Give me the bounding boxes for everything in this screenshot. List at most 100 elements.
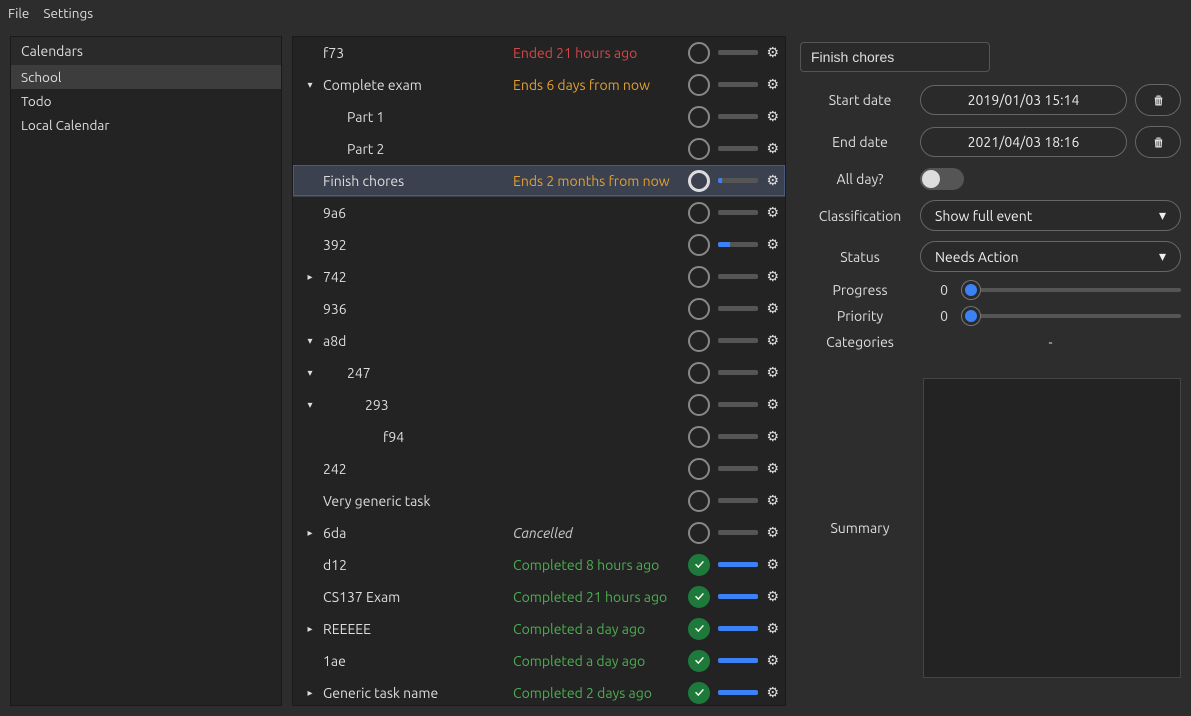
task-row[interactable]: d12Completed 8 hours ago⚙	[293, 549, 785, 581]
gear-icon[interactable]: ⚙	[766, 236, 779, 253]
task-title: f73	[323, 45, 344, 61]
task-row[interactable]: 242⚙	[293, 453, 785, 485]
status-ring-icon[interactable]	[688, 426, 710, 448]
sidebar-item[interactable]: Local Calendar	[11, 113, 281, 137]
check-circle-icon[interactable]	[688, 682, 710, 704]
task-row[interactable]: ▾a8d⚙	[293, 325, 785, 357]
task-row[interactable]: ▸6daCancelled⚙	[293, 517, 785, 549]
gear-icon[interactable]: ⚙	[766, 108, 779, 125]
task-title: f94	[383, 429, 404, 445]
twisty-placeholder	[303, 590, 317, 604]
gear-icon[interactable]: ⚙	[766, 684, 779, 701]
gear-icon[interactable]: ⚙	[766, 492, 779, 509]
twisty-expanded-icon[interactable]: ▾	[303, 334, 317, 348]
twisty-expanded-icon[interactable]: ▾	[303, 78, 317, 92]
start-date-button[interactable]: 2019/01/03 15:14	[920, 85, 1127, 115]
task-row[interactable]: 392⚙	[293, 229, 785, 261]
task-title: Part 1	[347, 109, 384, 125]
twisty-collapsed-icon[interactable]: ▸	[303, 622, 317, 636]
all-day-toggle[interactable]	[920, 168, 964, 190]
task-row[interactable]: f73Ended 21 hours ago⚙	[293, 37, 785, 69]
progress-value: 0	[920, 282, 948, 298]
gear-icon[interactable]: ⚙	[766, 76, 779, 93]
classification-dropdown[interactable]: Show full event ▾	[920, 200, 1181, 231]
task-row[interactable]: ▸742⚙	[293, 261, 785, 293]
task-row[interactable]: ▾Complete examEnds 6 days from now⚙	[293, 69, 785, 101]
status-dropdown[interactable]: Needs Action ▾	[920, 241, 1181, 272]
status-ring-icon[interactable]	[688, 138, 710, 160]
check-circle-icon[interactable]	[688, 650, 710, 672]
menu-file[interactable]: File	[8, 5, 29, 21]
gear-icon[interactable]: ⚙	[766, 300, 779, 317]
task-status: Ends 6 days from now	[513, 77, 650, 93]
gear-icon[interactable]: ⚙	[766, 652, 779, 669]
gear-icon[interactable]: ⚙	[766, 620, 779, 637]
priority-value: 0	[920, 308, 948, 324]
twisty-collapsed-icon[interactable]: ▸	[303, 686, 317, 700]
label-start-date: Start date	[800, 92, 920, 108]
twisty-expanded-icon[interactable]: ▾	[303, 366, 317, 380]
progress-slider[interactable]	[966, 288, 1181, 292]
summary-textarea[interactable]	[923, 378, 1181, 678]
task-row[interactable]: ▸REEEEECompleted a day ago⚙	[293, 613, 785, 645]
status-ring-icon[interactable]	[688, 42, 710, 64]
categories-value[interactable]: -	[920, 334, 1181, 350]
gear-icon[interactable]: ⚙	[766, 364, 779, 381]
delete-start-date-button[interactable]	[1135, 84, 1181, 116]
gear-icon[interactable]: ⚙	[766, 588, 779, 605]
status-ring-icon[interactable]	[688, 202, 710, 224]
status-ring-icon[interactable]	[688, 74, 710, 96]
task-title-input[interactable]	[800, 42, 990, 72]
twisty-collapsed-icon[interactable]: ▸	[303, 526, 317, 540]
status-ring-icon[interactable]	[688, 394, 710, 416]
task-progress-bar	[718, 626, 758, 631]
twisty-expanded-icon[interactable]: ▾	[303, 398, 317, 412]
task-row[interactable]: ▾293⚙	[293, 389, 785, 421]
gear-icon[interactable]: ⚙	[766, 140, 779, 157]
task-row[interactable]: Very generic task⚙	[293, 485, 785, 517]
status-ring-icon[interactable]	[688, 362, 710, 384]
end-date-button[interactable]: 2021/04/03 18:16	[920, 127, 1127, 157]
task-progress-bar	[718, 402, 758, 407]
task-row[interactable]: Part 1 ⚙	[293, 101, 785, 133]
status-ring-icon[interactable]	[688, 106, 710, 128]
gear-icon[interactable]: ⚙	[766, 172, 779, 189]
status-ring-icon[interactable]	[688, 458, 710, 480]
status-ring-icon[interactable]	[688, 234, 710, 256]
task-row[interactable]: ▾247⚙	[293, 357, 785, 389]
task-row[interactable]: Finish choresEnds 2 months from now⚙	[293, 165, 785, 197]
status-ring-icon[interactable]	[688, 522, 710, 544]
status-ring-icon[interactable]	[688, 266, 710, 288]
check-circle-icon[interactable]	[688, 586, 710, 608]
gear-icon[interactable]: ⚙	[766, 204, 779, 221]
check-circle-icon[interactable]	[688, 554, 710, 576]
task-row[interactable]: f94 ⚙	[293, 421, 785, 453]
status-ring-icon[interactable]	[688, 170, 710, 192]
sidebar-item[interactable]: Todo	[11, 89, 281, 113]
task-list[interactable]: f73Ended 21 hours ago⚙▾Complete examEnds…	[292, 36, 786, 706]
gear-icon[interactable]: ⚙	[766, 460, 779, 477]
check-circle-icon[interactable]	[688, 618, 710, 640]
gear-icon[interactable]: ⚙	[766, 524, 779, 541]
task-row[interactable]: 936⚙	[293, 293, 785, 325]
status-ring-icon[interactable]	[688, 298, 710, 320]
task-status: Completed a day ago	[513, 653, 645, 669]
sidebar-item[interactable]: School	[11, 65, 281, 89]
delete-end-date-button[interactable]	[1135, 126, 1181, 158]
task-row[interactable]: 9a6⚙	[293, 197, 785, 229]
gear-icon[interactable]: ⚙	[766, 332, 779, 349]
task-row[interactable]: ▸Generic task nameCompleted 2 days ago⚙	[293, 677, 785, 706]
gear-icon[interactable]: ⚙	[766, 396, 779, 413]
task-row[interactable]: CS137 ExamCompleted 21 hours ago⚙	[293, 581, 785, 613]
status-ring-icon[interactable]	[688, 490, 710, 512]
status-ring-icon[interactable]	[688, 330, 710, 352]
twisty-collapsed-icon[interactable]: ▸	[303, 270, 317, 284]
gear-icon[interactable]: ⚙	[766, 44, 779, 61]
gear-icon[interactable]: ⚙	[766, 556, 779, 573]
task-row[interactable]: Part 2⚙	[293, 133, 785, 165]
gear-icon[interactable]: ⚙	[766, 268, 779, 285]
menu-settings[interactable]: Settings	[43, 5, 93, 21]
task-row[interactable]: 1aeCompleted a day ago⚙	[293, 645, 785, 677]
priority-slider[interactable]	[966, 314, 1181, 318]
gear-icon[interactable]: ⚙	[766, 428, 779, 445]
